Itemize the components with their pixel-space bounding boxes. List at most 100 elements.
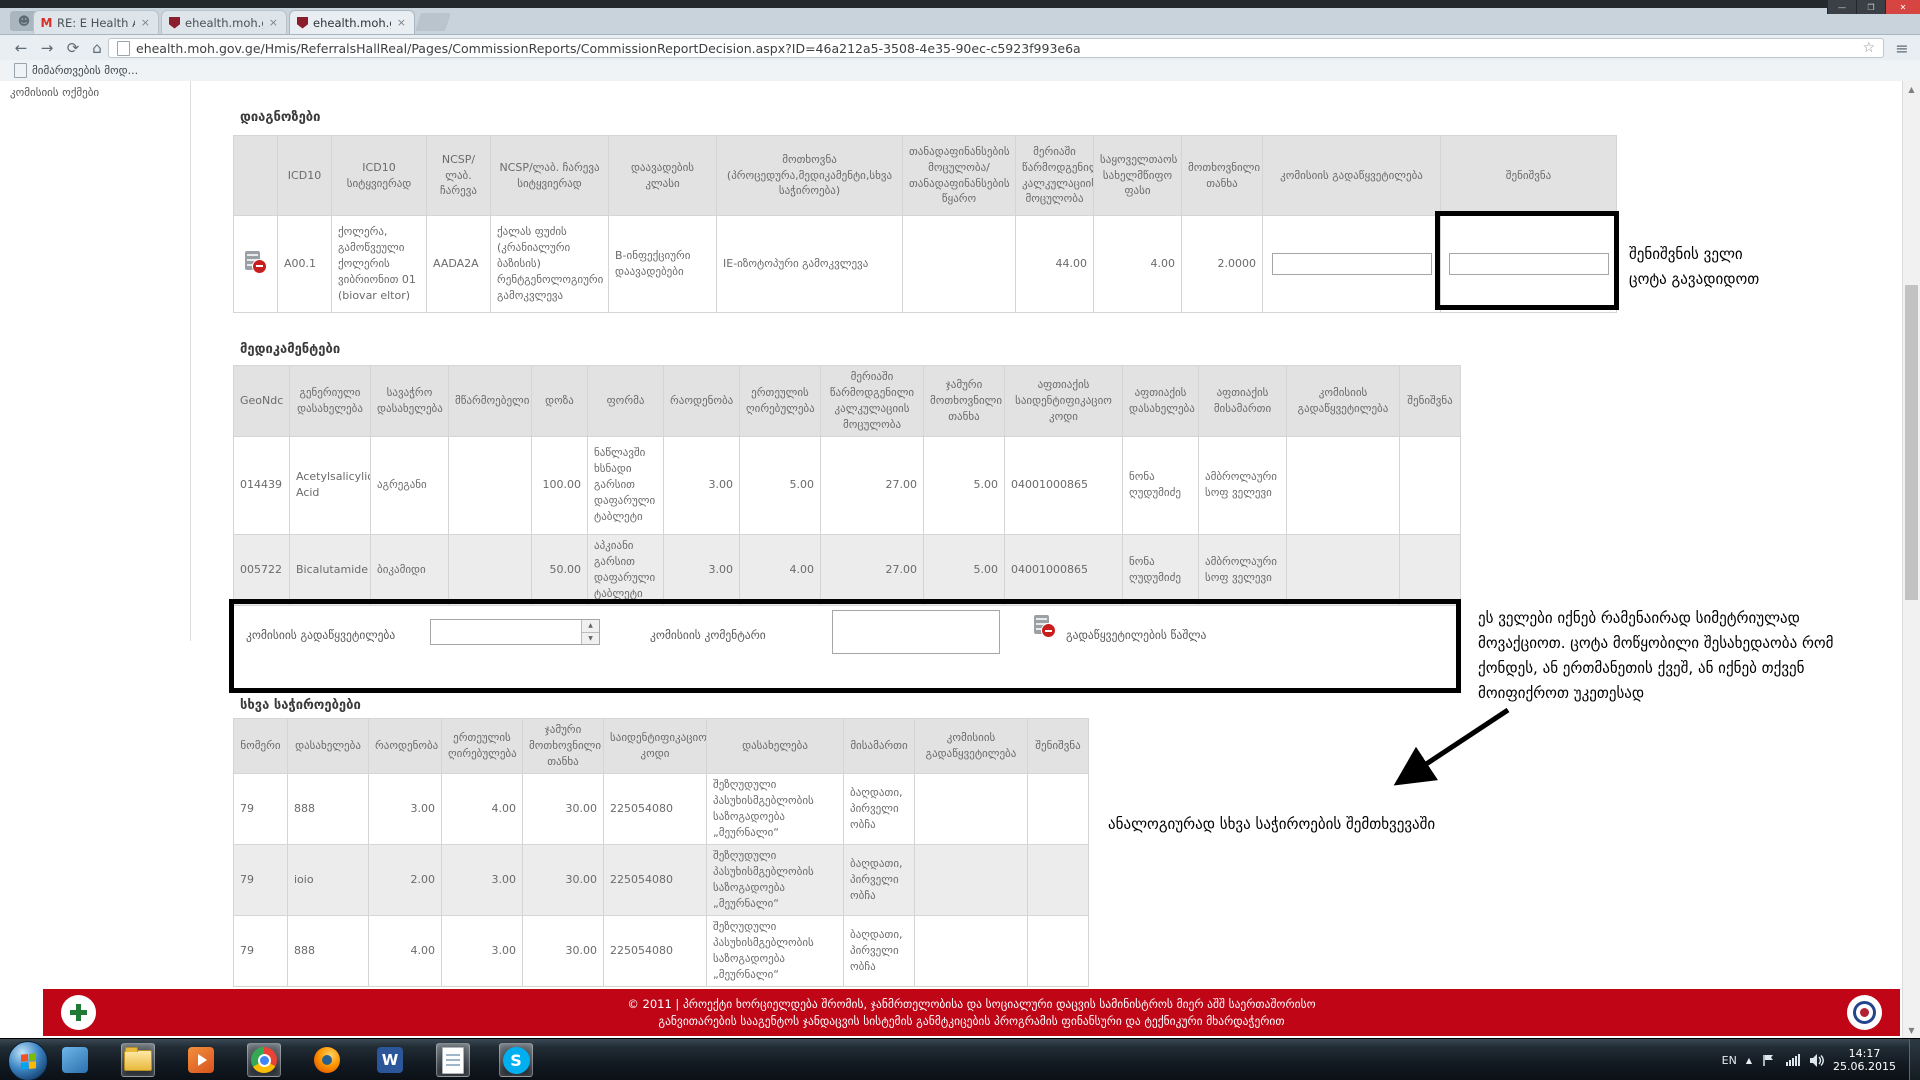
language-indicator[interactable]: EN [1722, 1054, 1737, 1067]
scroll-down-icon[interactable]: ▼ [1903, 1022, 1920, 1038]
tab-gmail[interactable]: M RE: E Health Activities for × [33, 10, 159, 34]
manufacturer [449, 436, 532, 534]
forward-icon[interactable]: → [36, 37, 58, 59]
menu-icon[interactable]: ≡ [1890, 37, 1914, 59]
reload-icon[interactable]: ⟳ [62, 37, 84, 59]
total-amount: 30.00 [523, 844, 604, 915]
annotation-note-3: ანალოგიურად სხვა საჭიროების შემთხვევაში [1108, 812, 1435, 837]
show-desktop-button[interactable] [1909, 1039, 1920, 1080]
media-player-icon[interactable] [58, 1043, 92, 1077]
new-tab-button[interactable] [415, 13, 451, 31]
pharmacy-name: ნონა ღუდუმიძე [1123, 436, 1199, 534]
column-header: მისამართი [844, 719, 915, 774]
media-app-icon[interactable] [184, 1043, 218, 1077]
minimize-button[interactable]: — [1827, 0, 1856, 14]
delete-decision-label[interactable]: გადაწყვეტილების წაშლა [1066, 628, 1206, 642]
start-button[interactable] [8, 1041, 48, 1080]
stepper-up-icon[interactable]: ▲ [582, 620, 599, 633]
taskbar-clock[interactable]: 14:17 25.06.2015 [1833, 1047, 1896, 1073]
back-icon[interactable]: ← [10, 37, 32, 59]
column-header: მწარმოებელი [449, 366, 532, 437]
total-amount: 5.00 [924, 534, 1005, 605]
pharmacy-address: ამბროლაური სოფ ველევი [1199, 436, 1287, 534]
dose: 50.00 [532, 534, 588, 605]
commission-decision-label: კომისიის გადაწყვეტილება [246, 628, 395, 642]
diagnoses-header-row: ICD10 ICD10 სიტყვიერად NCSP/ლაბ. ჩარევა … [234, 136, 1617, 216]
commission-decision-stepper[interactable]: ▲ ▼ [430, 619, 600, 645]
sidebar-item-commission-protocols[interactable]: კომისიის ოქმები [10, 86, 99, 99]
id-code: 225054080 [604, 915, 707, 986]
page-icon [117, 41, 130, 56]
state-price: 4.00 [1094, 216, 1182, 313]
pharmacy-code: 04001000865 [1005, 436, 1123, 534]
scrollbar-thumb[interactable] [1905, 285, 1918, 600]
explorer-folder-icon[interactable] [121, 1043, 155, 1077]
close-button[interactable]: ✕ [1885, 0, 1920, 14]
skype-icon[interactable]: S [499, 1043, 533, 1077]
usaid-logo [1847, 995, 1882, 1030]
stepper-down-icon[interactable]: ▼ [582, 633, 599, 645]
other-need-row: 79 888 4.00 3.00 30.00 225054080 შეზღუდუ… [234, 915, 1089, 986]
geondc: 014439 [234, 436, 290, 534]
column-header: ნომერი [234, 719, 288, 774]
tab-ehealth-1[interactable]: ehealth.moh.gov.ge/Hmis × [161, 10, 287, 34]
tab-close-icon[interactable]: × [267, 16, 280, 29]
page-scrollbar[interactable]: ▲ ▼ [1902, 81, 1920, 1038]
tab-ehealth-2-active[interactable]: ehealth.moh.gov.ge/Hmis × [289, 10, 415, 34]
column-header: რაოდენობა [369, 719, 442, 774]
clock-date: 25.06.2015 [1833, 1060, 1896, 1073]
clock-time: 14:17 [1833, 1047, 1896, 1060]
column-header: მოთხოვნა (პროცედურა,მედიკამენტი,სხვა საჭ… [717, 136, 903, 216]
medication-row: 014439 Acetylsalicylic Acid აგრეგანი 100… [234, 436, 1461, 534]
address: ბაღდათი, პირველი ობჩა [844, 844, 915, 915]
unit-price: 3.00 [442, 915, 523, 986]
footer-text: © 2011 | პროექტი ხორციელდება შრომის, ჯან… [43, 996, 1900, 1030]
id-code: 225054080 [604, 844, 707, 915]
tab-close-icon[interactable]: × [395, 16, 408, 29]
note [1028, 773, 1089, 844]
commission-comment-label: კომისიის კომენტარი [650, 628, 766, 642]
column-header: შენიშვნა [1441, 136, 1617, 216]
firefox-icon[interactable] [310, 1043, 344, 1077]
calc-amount: 27.00 [821, 436, 924, 534]
requested-amount: 2.0000 [1182, 216, 1263, 313]
document-app-icon[interactable] [436, 1043, 470, 1077]
delete-decision-icon[interactable] [1034, 614, 1056, 638]
scroll-up-icon[interactable]: ▲ [1903, 81, 1920, 97]
bookmark-star-icon[interactable]: ☆ [1854, 40, 1883, 56]
address-bar[interactable]: ehealth.moh.gov.ge/Hmis/ReferralsHallRea… [108, 38, 1884, 58]
maximize-button[interactable]: ❐ [1856, 0, 1885, 14]
note [1028, 915, 1089, 986]
commission-comment-textarea[interactable] [832, 610, 1000, 654]
column-header: ჯამური მოთხოვნილი თანხა [924, 366, 1005, 437]
network-icon[interactable] [1785, 1053, 1800, 1068]
column-header: აფთიაქის მისამართი [1199, 366, 1287, 437]
generic-name: Acetylsalicylic Acid [290, 436, 371, 534]
bookmark-item[interactable]: მიმართვების მოდ... [14, 63, 138, 78]
column-header: მოთხოვნილი თანხა [1182, 136, 1263, 216]
home-icon[interactable]: ⌂ [86, 37, 108, 59]
action-center-flag-icon[interactable] [1761, 1053, 1776, 1068]
word-icon[interactable]: W [373, 1043, 407, 1077]
form: აპკიანი გარსით დაფარული ტაბლეტი [588, 534, 664, 605]
volume-icon[interactable] [1809, 1053, 1824, 1068]
url-text[interactable]: ehealth.moh.gov.ge/Hmis/ReferralsHallRea… [136, 41, 1854, 56]
request-text: IE-იზოტოპური გამოკვლევა [717, 216, 903, 313]
annotation-line: მოიფიქროთ უკეთესად [1478, 681, 1834, 706]
column-header: აფთიაქის საიდენტიფიკაციო კოდი [1005, 366, 1123, 437]
annotation-box-commission-fields: კომისიის გადაწყვეტილება ▲ ▼ კომისიის კომ… [229, 599, 1461, 693]
stepper-arrows[interactable]: ▲ ▼ [581, 620, 599, 644]
commission-decision-input[interactable] [1272, 253, 1432, 275]
quantity: 3.00 [664, 534, 740, 605]
unit-price: 4.00 [442, 773, 523, 844]
tray-expand-icon[interactable]: ▲ [1746, 1056, 1752, 1065]
chrome-icon[interactable] [247, 1043, 281, 1077]
icd10-text: ქოლერა, გამოწვეული ქოლერის ვიბრიონით 01 … [332, 216, 427, 313]
column-header: დასახელება [707, 719, 844, 774]
delete-row-icon[interactable] [245, 250, 267, 274]
column-header: NCSP/ლაბ. ჩარევა სიტყვიერად [491, 136, 609, 216]
diagnoses-table: ICD10 ICD10 სიტყვიერად NCSP/ლაბ. ჩარევა … [233, 135, 1617, 313]
total-amount: 30.00 [523, 915, 604, 986]
column-header: რაოდენობა [664, 366, 740, 437]
tab-close-icon[interactable]: × [139, 16, 152, 29]
